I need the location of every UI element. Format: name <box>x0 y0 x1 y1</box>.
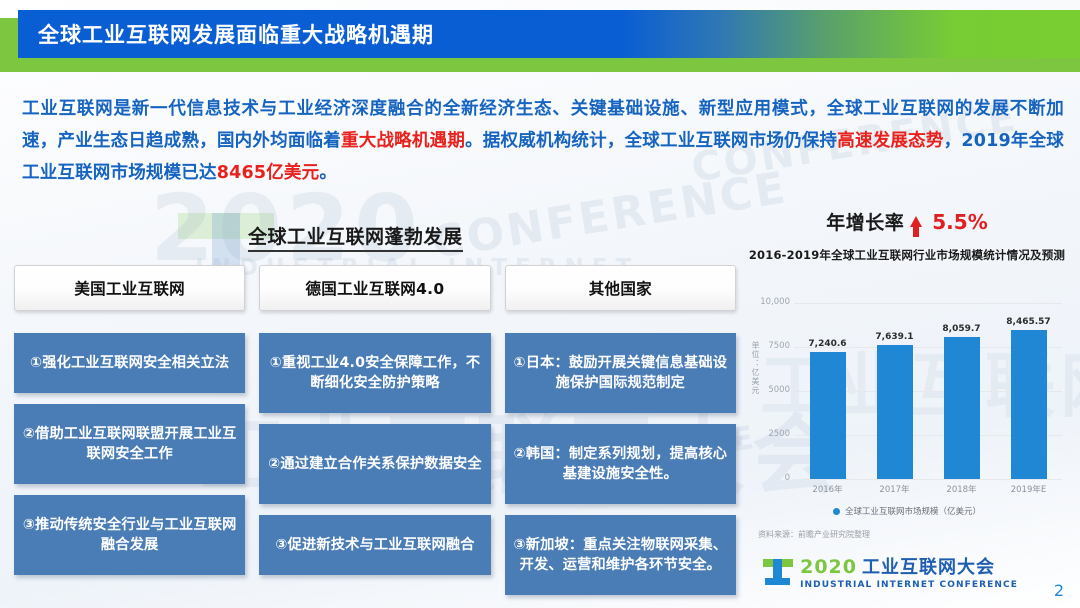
column-body-germany: ①重视工业4.0安全保障工作，不断细化安全防护策略 ②通过建立合作关系保护数据安… <box>259 333 491 575</box>
column-body-others: ①日本：鼓励开展关键信息基础设施保护国际规范制定 ②韩国：制定系列规划，提高核心… <box>504 333 736 595</box>
chart-bar-value-label: 8,465.57 <box>1006 317 1051 328</box>
lead-paragraph: 工业互联网是新一代信息技术与工业经济深度融合的全新经济生态、关键基础设施、新型应… <box>22 93 1064 189</box>
chart-source-note: 资料来源：前瞻产业研究院整理 <box>758 530 870 539</box>
chart-bar-group: 8,465.57 <box>1000 303 1058 479</box>
highlighted-text: 高速发展态势 <box>837 131 944 151</box>
chart-x-tick-label: 2017年 <box>879 485 910 495</box>
chart-y-tick-label: 5000 <box>768 385 790 395</box>
chart-legend: 全球工业互联网市场规模（亿美元） <box>748 505 1066 517</box>
legend-dot-icon <box>832 507 840 515</box>
chart-bar-group: 7,639.1 <box>866 303 924 479</box>
column-body-usa: ①强化工业互联网安全相关立法 ②借助工业互联网联盟开展工业互联网安全工作 ③推动… <box>14 333 246 575</box>
chart-y-tick-label: 0 <box>784 473 790 483</box>
page-title: 全球工业互联网发展面临重大战略机遇期 <box>38 23 434 47</box>
legend-label: 全球工业互联网市场规模（亿美元） <box>844 507 981 517</box>
list-item: ①强化工业互联网安全相关立法 <box>14 333 246 393</box>
chart-x-tick-label: 2016年 <box>812 485 843 495</box>
columns-container: 美国工业互联网 ①强化工业互联网安全相关立法 ②借助工业互联网联盟开展工业互联网… <box>14 265 736 595</box>
chart-title: 2016-2019年全球工业互联网行业市场规模统计情况及预测 <box>748 248 1066 262</box>
chart-bar <box>876 344 913 479</box>
chart-gridline <box>794 479 1062 480</box>
chart-x-tick-label: 2018年 <box>946 485 977 495</box>
chart-panel: 年增长率 5.5% 2016-2019年全球工业互联网行业市场规模统计情况及预测… <box>748 208 1066 540</box>
chart-bar-value-label: 8,059.7 <box>942 324 981 335</box>
list-item: ③推动传统安全行业与工业互联网融合发展 <box>14 495 246 575</box>
growth-rate-value: 5.5% <box>932 209 988 234</box>
list-item: ①重视工业4.0安全保障工作，不断细化安全防护策略 <box>259 333 491 413</box>
column-others: 其他国家 ①日本：鼓励开展关键信息基础设施保护国际规范制定 ②韩国：制定系列规划… <box>504 265 736 595</box>
highlighted-text: 重大战略机遇期 <box>341 131 466 151</box>
footer-logo: 2020 工业互联网大会 INDUSTRIAL INTERNET CONFERE… <box>763 553 1018 590</box>
highlighted-text: 8465亿美元 <box>216 163 320 183</box>
list-item: ②韩国：制定系列规划，提高核心基建设施安全性。 <box>504 424 736 504</box>
chart-y-tick-label: 7500 <box>768 341 790 351</box>
header-bar: 全球工业互联网发展面临重大战略机遇期 <box>18 10 1080 58</box>
growth-rate-callout: 年增长率 5.5% <box>748 208 1066 237</box>
list-item: ①日本：鼓励开展关键信息基础设施保护国际规范制定 <box>504 333 736 413</box>
chart-y-tick-label: 2500 <box>768 429 790 439</box>
column-header-germany: 德国工业互联网4.0 <box>259 265 491 311</box>
column-usa: 美国工业互联网 ①强化工业互联网安全相关立法 ②借助工业互联网联盟开展工业互联网… <box>14 265 246 595</box>
chart-bar <box>943 337 980 479</box>
column-header-others: 其他国家 <box>504 265 736 311</box>
page-number: 2 <box>1053 581 1064 600</box>
chart-bars: 7,240.6 7,639.1 8,059.7 8,465.57 <box>794 303 1062 479</box>
chart-x-ticks: 2016年 2017年 2018年 2019年E <box>794 483 1062 495</box>
arrow-up-icon <box>910 216 923 237</box>
list-item: ②借助工业互联网联盟开展工业互联网安全工作 <box>14 404 246 484</box>
chart-y-tick-label: 10,000 <box>760 297 790 307</box>
footer-logo-cn: 工业互联网大会 <box>861 557 995 578</box>
section-title: 全球工业互联网蓬勃发展 <box>248 222 463 252</box>
chart-bar-value-label: 7,240.6 <box>808 338 847 349</box>
column-germany: 德国工业互联网4.0 ①重视工业4.0安全保障工作，不断细化安全防护策略 ②通过… <box>259 265 491 595</box>
chart-bar-value-label: 7,639.1 <box>875 331 914 342</box>
footer-logo-en: INDUSTRIAL INTERNET CONFERENCE <box>800 580 1018 590</box>
list-item: ③促进新技术与工业互联网融合 <box>259 515 491 575</box>
conference-logo-icon <box>763 558 794 585</box>
paragraph-text: 。据权威机构统计，全球工业互联网市场仍保持 <box>465 131 838 151</box>
list-item: ③新加坡：重点关注物联网采集、开发、运营和维护各环节安全。 <box>504 515 736 595</box>
chart-bar <box>809 351 846 479</box>
footer-logo-year: 2020 <box>800 556 857 578</box>
chart-bar-group: 7,240.6 <box>799 303 857 479</box>
paragraph-text: 。 <box>319 163 338 183</box>
slide-canvas: 2020 INDUSTRIAL INTERNET CONFERENCE 工业互联… <box>0 0 1080 608</box>
chart-x-tick-label: 2019年E <box>1010 485 1047 495</box>
chart-bar <box>1010 330 1047 479</box>
chart-plot-area: 单位：亿美元 0 2500 5000 7500 10,000 7,240.6 7,639.… <box>748 269 1066 495</box>
growth-rate-label: 年增长率 <box>826 212 905 234</box>
footer-logo-text: 2020 工业互联网大会 INDUSTRIAL INTERNET CONFERE… <box>800 553 1018 590</box>
chart-bar-group: 8,059.7 <box>933 303 991 479</box>
column-header-usa: 美国工业互联网 <box>14 265 246 311</box>
list-item: ②通过建立合作关系保护数据安全 <box>259 424 491 504</box>
